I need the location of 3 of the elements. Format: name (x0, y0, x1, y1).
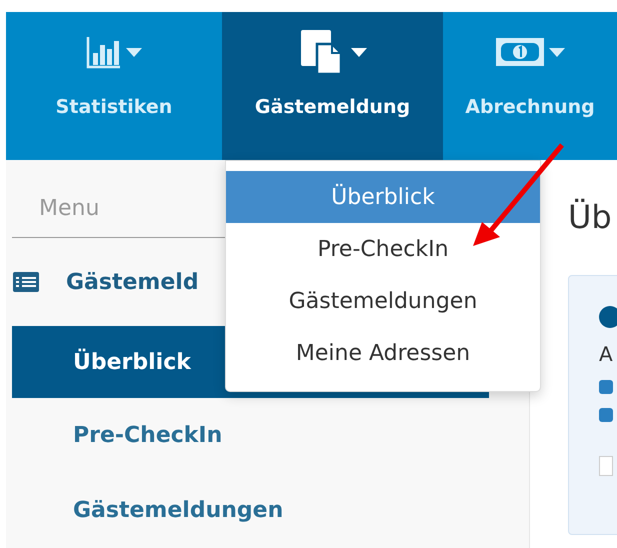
page-heading: Üb (568, 198, 613, 238)
card-text: A (599, 342, 614, 366)
section-title: Gästemeld (66, 270, 199, 294)
